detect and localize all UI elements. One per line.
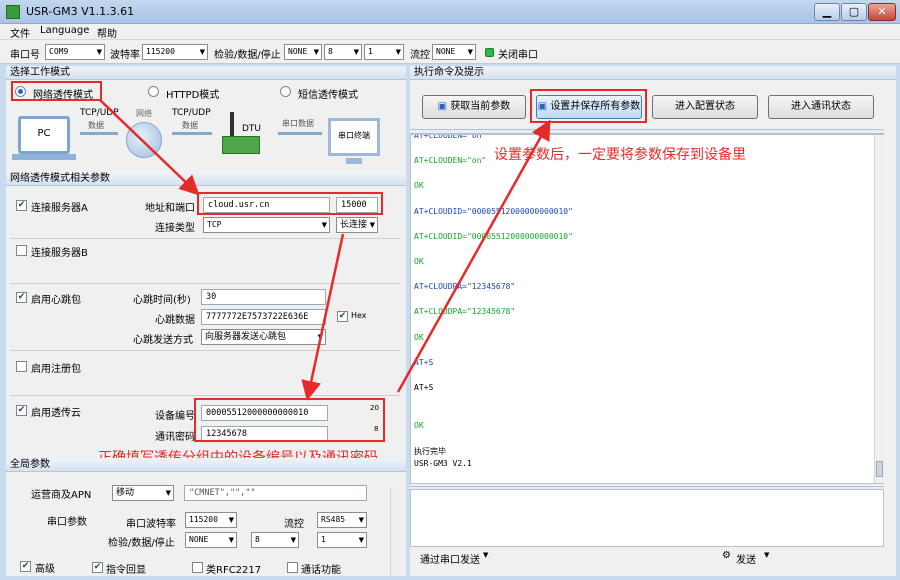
annotation-arrows <box>99 99 551 401</box>
arrow-to-address <box>99 99 200 196</box>
arrow-to-save <box>396 119 551 393</box>
arrow-to-cloud <box>301 233 345 401</box>
